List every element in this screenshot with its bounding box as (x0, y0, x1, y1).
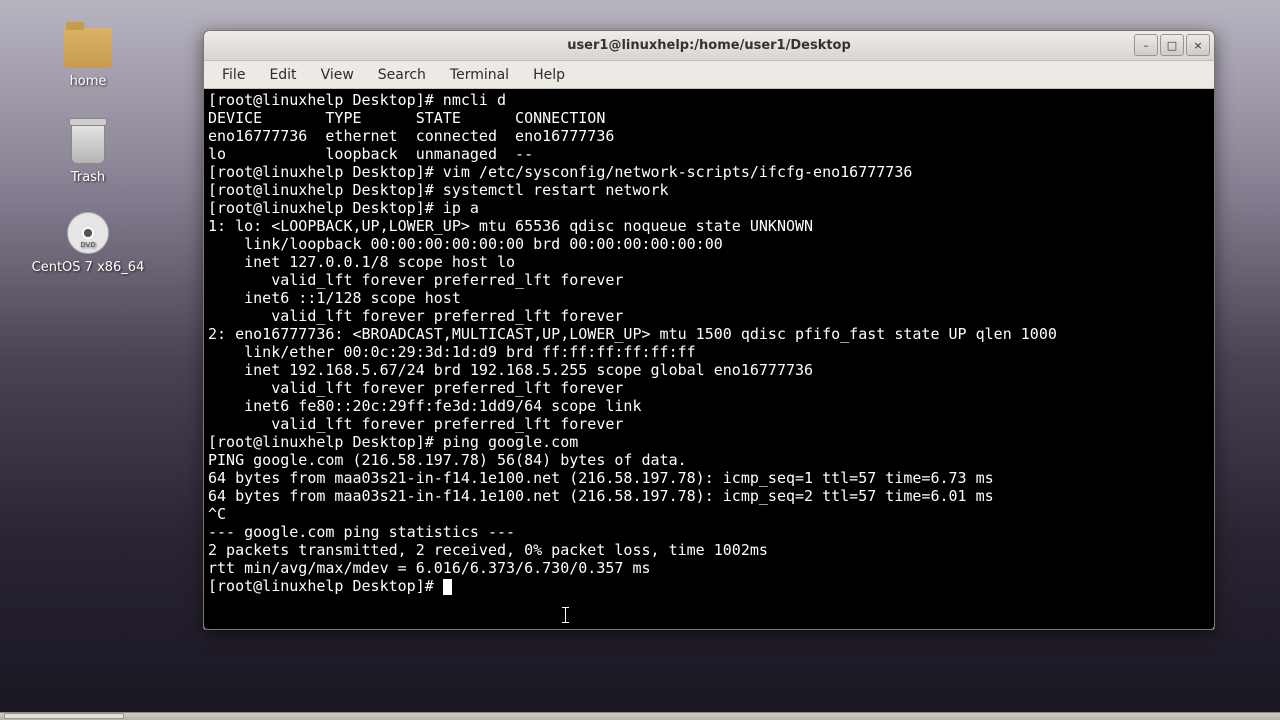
desktop-icon-label: Trash (28, 170, 148, 185)
terminal-prompt: [root@linuxhelp Desktop]# (208, 577, 443, 595)
taskbar-item[interactable] (4, 713, 124, 719)
trash-icon (71, 122, 105, 164)
terminal-line: 2 packets transmitted, 2 received, 0% pa… (208, 541, 768, 559)
terminal-line: inet 192.168.5.67/24 brd 192.168.5.255 s… (208, 361, 813, 379)
terminal-line: eno16777736 ethernet connected eno167777… (208, 127, 614, 145)
terminal-line: [root@linuxhelp Desktop]# ip a (208, 199, 479, 217)
terminal-line: inet6 fe80::20c:29ff:fe3d:1dd9/64 scope … (208, 397, 641, 415)
terminal-line: valid_lft forever preferred_lft forever (208, 415, 623, 433)
menu-edit[interactable]: Edit (259, 64, 306, 86)
maximize-button[interactable]: □ (1160, 34, 1184, 56)
terminal-line: valid_lft forever preferred_lft forever (208, 307, 623, 325)
close-button[interactable]: × (1186, 34, 1210, 56)
titlebar[interactable]: user1@linuxhelp:/home/user1/Desktop – □ … (204, 31, 1214, 61)
desktop-icon-home[interactable]: home (28, 28, 148, 89)
desktop-icon-label: CentOS 7 x86_64 (28, 260, 148, 275)
terminal-line: 1: lo: <LOOPBACK,UP,LOWER_UP> mtu 65536 … (208, 217, 813, 235)
terminal-line: link/loopback 00:00:00:00:00:00 brd 00:0… (208, 235, 723, 253)
terminal-line: 64 bytes from maa03s21-in-f14.1e100.net … (208, 469, 994, 487)
terminal-line: [root@linuxhelp Desktop]# ping google.co… (208, 433, 578, 451)
terminal-line: [root@linuxhelp Desktop]# systemctl rest… (208, 181, 669, 199)
terminal-window: user1@linuxhelp:/home/user1/Desktop – □ … (203, 30, 1215, 630)
terminal-line: PING google.com (216.58.197.78) 56(84) b… (208, 451, 687, 469)
menu-terminal[interactable]: Terminal (440, 64, 519, 86)
terminal-line: 2: eno16777736: <BROADCAST,MULTICAST,UP,… (208, 325, 1057, 343)
desktop-icon-trash[interactable]: Trash (28, 122, 148, 185)
terminal-line: ^C (208, 505, 226, 523)
minimize-button[interactable]: – (1134, 34, 1158, 56)
disc-icon (67, 212, 109, 254)
terminal-line: inet 127.0.0.1/8 scope host lo (208, 253, 515, 271)
terminal-line: --- google.com ping statistics --- (208, 523, 515, 541)
taskbar[interactable] (0, 712, 1280, 720)
text-cursor-icon (565, 607, 566, 623)
menu-search[interactable]: Search (368, 64, 436, 86)
terminal-line: rtt min/avg/max/mdev = 6.016/6.373/6.730… (208, 559, 651, 577)
terminal-line: [root@linuxhelp Desktop]# vim /etc/sysco… (208, 163, 912, 181)
window-title: user1@linuxhelp:/home/user1/Desktop (204, 38, 1214, 53)
terminal-line: lo loopback unmanaged -- (208, 145, 533, 163)
menu-help[interactable]: Help (523, 64, 575, 86)
menu-file[interactable]: File (212, 64, 255, 86)
terminal-line: inet6 ::1/128 scope host (208, 289, 461, 307)
desktop-icon-label: home (28, 74, 148, 89)
terminal-line: [root@linuxhelp Desktop]# nmcli d (208, 91, 506, 109)
folder-icon (64, 28, 112, 68)
terminal-line: DEVICE TYPE STATE CONNECTION (208, 109, 605, 127)
menubar: File Edit View Search Terminal Help (204, 61, 1214, 89)
desktop-icon-disc[interactable]: CentOS 7 x86_64 (28, 212, 148, 275)
cursor-icon (443, 579, 452, 595)
terminal-output[interactable]: [root@linuxhelp Desktop]# nmcli d DEVICE… (204, 89, 1214, 629)
terminal-line: valid_lft forever preferred_lft forever (208, 379, 623, 397)
terminal-line: valid_lft forever preferred_lft forever (208, 271, 623, 289)
menu-view[interactable]: View (311, 64, 364, 86)
terminal-line: 64 bytes from maa03s21-in-f14.1e100.net … (208, 487, 994, 505)
terminal-line: link/ether 00:0c:29:3d:1d:d9 brd ff:ff:f… (208, 343, 696, 361)
